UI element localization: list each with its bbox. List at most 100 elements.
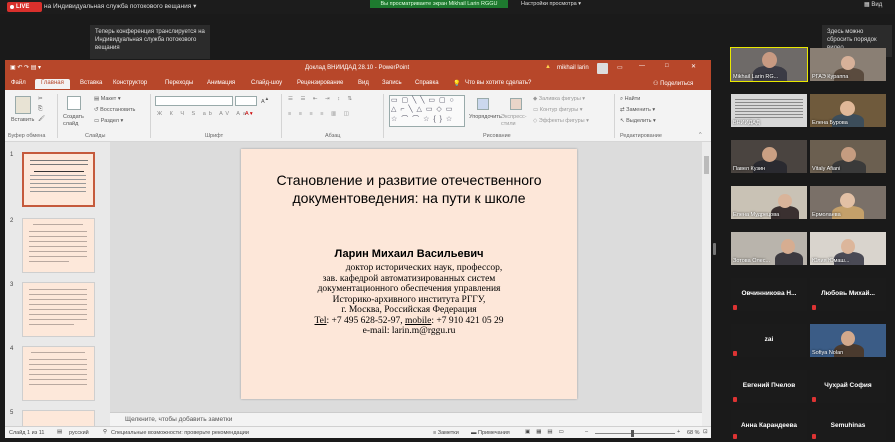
- thumb-text-line: [29, 384, 87, 385]
- zoom-slider-thumb[interactable]: [631, 430, 634, 437]
- format-painter-icon[interactable]: 🖌: [38, 116, 45, 122]
- collapse-ribbon-icon[interactable]: ^: [699, 132, 702, 138]
- video-tile[interactable]: ВНИИДАД: [731, 94, 807, 127]
- language[interactable]: русский: [69, 430, 89, 436]
- arrange-button[interactable]: Упорядочить: [469, 114, 502, 120]
- notes-button[interactable]: ≡ Заметки: [433, 430, 459, 436]
- shape-icons[interactable]: ▭ ▢ ╲ ╲ ▭ ▢ ○: [391, 96, 455, 104]
- view-button[interactable]: ▦ Вид: [864, 1, 882, 8]
- video-tile[interactable]: Любовь Михай...: [810, 278, 886, 311]
- quick-styles-icon[interactable]: [510, 98, 522, 110]
- zoom-slider[interactable]: [595, 433, 675, 434]
- video-tile[interactable]: Sofiya Nolan: [810, 324, 886, 357]
- list-icons[interactable]: ☰ ☰ ⇤ ⇥ ↕ ⇅: [288, 96, 355, 102]
- video-tile[interactable]: Чухрай София: [810, 370, 886, 403]
- stream-dropdown[interactable]: на Индивидуальная служба потокового веща…: [44, 2, 196, 10]
- share-button[interactable]: ⚇ Поделиться: [653, 80, 693, 87]
- reset-button[interactable]: ↺ Восстановить: [94, 107, 135, 113]
- zoom-level[interactable]: 68 %: [687, 430, 700, 436]
- select-button[interactable]: ↖ Выделить ▾: [620, 118, 656, 124]
- video-tile[interactable]: Зотова Олес...: [731, 232, 807, 265]
- video-tile[interactable]: zai: [731, 324, 807, 357]
- video-tile[interactable]: Елена Бурова: [810, 94, 886, 127]
- tab-record[interactable]: Запись: [382, 80, 402, 86]
- video-tile[interactable]: Анна Карандеева: [731, 410, 807, 440]
- zoom-in-icon[interactable]: +: [677, 429, 680, 435]
- paste-icon[interactable]: [15, 96, 31, 114]
- tab-view[interactable]: Вид: [358, 80, 369, 86]
- divider: [281, 94, 282, 138]
- maximize-icon[interactable]: □: [665, 63, 669, 69]
- new-slide-icon[interactable]: [67, 96, 81, 110]
- video-tile[interactable]: Mikhail Larin RG...: [730, 47, 808, 82]
- video-tile[interactable]: Vitaly Afiani: [810, 140, 886, 173]
- spellcheck-icon[interactable]: ▤: [57, 429, 62, 435]
- section-button[interactable]: ▭ Раздел ▾: [94, 118, 123, 124]
- tab-transitions[interactable]: Переходы: [165, 80, 193, 86]
- tab-animation[interactable]: Анимация: [207, 80, 235, 86]
- replace-button[interactable]: ⇄ Заменить ▾: [620, 107, 655, 113]
- arrange-icon[interactable]: [477, 98, 489, 110]
- video-tile[interactable]: Semuhinas: [810, 410, 886, 440]
- vertical-scrollbar[interactable]: [702, 142, 711, 426]
- video-tile[interactable]: Юлия Юмаш...: [810, 232, 886, 265]
- tab-design[interactable]: Конструктор: [113, 80, 147, 86]
- copy-icon[interactable]: ⎘: [38, 106, 42, 113]
- panel-resize-handle[interactable]: [713, 243, 716, 255]
- font-size-select[interactable]: [235, 96, 257, 106]
- live-badge[interactable]: LIVE: [7, 2, 42, 12]
- current-slide[interactable]: Становление и развитие отечественного до…: [241, 149, 577, 399]
- shape-icons[interactable]: ☆ ⌒ ⌒ ☆ { } ☆: [391, 114, 453, 124]
- slide-body[interactable]: доктор исторических наук, профессор, зав…: [241, 263, 577, 337]
- fill-button[interactable]: ◆ Заливка фигуры ▾: [533, 96, 585, 102]
- tell-me-search[interactable]: Что вы хотите сделать?: [465, 80, 531, 86]
- tab-help[interactable]: Справка: [415, 80, 439, 86]
- slide-author[interactable]: Ларин Михаил Васильевич: [241, 248, 577, 260]
- paste-button[interactable]: Вставить: [11, 117, 34, 123]
- font-name-select[interactable]: [155, 96, 233, 106]
- font-format-icons[interactable]: Ж К Ч S ab AV Aa: [157, 111, 249, 117]
- slide-thumbnail-2[interactable]: [22, 218, 95, 273]
- zoom-out-icon[interactable]: –: [585, 429, 588, 435]
- slide-title[interactable]: Становление и развитие отечественного до…: [241, 171, 577, 207]
- effects-button[interactable]: ◇ Эффекты фигуры ▾: [533, 118, 589, 124]
- video-tile[interactable]: Овчинникова Н...: [731, 278, 807, 311]
- video-tile[interactable]: Ермолаева: [810, 186, 886, 219]
- avatar[interactable]: [597, 63, 608, 74]
- tab-slideshow[interactable]: Слайд-шоу: [251, 80, 282, 86]
- slide-thumbnail-1[interactable]: [22, 152, 95, 207]
- minimize-icon[interactable]: —: [639, 63, 645, 69]
- cut-icon[interactable]: ✂: [38, 96, 43, 102]
- autosave-icon[interactable]: ▣ ↶ ↷ ▤ ▾: [10, 64, 41, 71]
- view-options-dropdown[interactable]: Настройки просмотра ▾: [521, 1, 581, 7]
- slide-email[interactable]: e-mail: larin.m@rggu.ru: [241, 326, 577, 337]
- tab-review[interactable]: Рецензирование: [297, 80, 343, 86]
- video-tile[interactable]: Павел Кузин: [731, 140, 807, 173]
- tab-home[interactable]: Главная: [35, 79, 70, 89]
- font-color-icon[interactable]: A ▾: [245, 111, 253, 117]
- find-button[interactable]: ⌕ Найти: [620, 96, 640, 103]
- view-mode-icons[interactable]: ▣▦▤▭: [525, 429, 570, 435]
- slide-thumbnail-5[interactable]: [22, 410, 95, 426]
- tab-insert[interactable]: Вставка: [80, 80, 102, 86]
- comments-button[interactable]: ▬ Примечания: [471, 430, 510, 436]
- quick-styles-button[interactable]: Экспресс-стили: [501, 114, 529, 128]
- outline-button[interactable]: ▭ Контур фигуры ▾: [533, 107, 583, 113]
- notes-field[interactable]: Щелкните, чтобы добавить заметки: [110, 412, 702, 426]
- font-grow-icon[interactable]: A▲: [261, 96, 269, 105]
- scrollbar-thumb[interactable]: [704, 156, 709, 174]
- align-icons[interactable]: ≡ ≡ ≡ ≡ ▥ ◫: [288, 111, 352, 117]
- ribbon-display-icon[interactable]: ▭: [617, 64, 623, 71]
- video-tile[interactable]: Евгений Пчелов: [731, 370, 807, 403]
- slide-thumbnail-4[interactable]: [22, 346, 95, 401]
- layout-button[interactable]: ▤ Макет ▾: [94, 96, 121, 102]
- slide-thumbnail-3[interactable]: [22, 282, 95, 337]
- video-tile[interactable]: Елена Мудрецова: [731, 186, 807, 219]
- fit-slide-icon[interactable]: ⊡: [703, 429, 708, 435]
- tab-file[interactable]: Файл: [11, 80, 26, 86]
- shape-icons[interactable]: △ ⌐ ╲ △ ▭ ◇ ▭: [391, 105, 453, 113]
- accessibility-status[interactable]: Специальные возможности: проверьте реком…: [111, 430, 249, 436]
- new-slide-button[interactable]: Создать слайд: [63, 114, 91, 128]
- video-tile[interactable]: РГАЭ Кураппа: [810, 48, 886, 81]
- close-icon[interactable]: ✕: [691, 63, 696, 70]
